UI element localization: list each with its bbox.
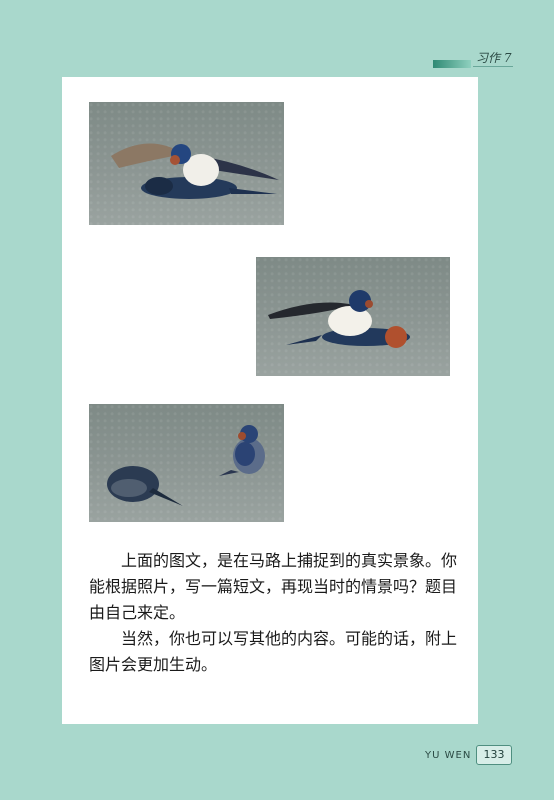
- paragraph-2: 当然，你也可以写其他的内容。可能的话，附上图片会更加生动。: [89, 629, 458, 674]
- swallow-photo-1-illustration: [111, 143, 279, 199]
- exercise-text: 上面的图文，是在马路上捕捉到的真实景象。你能根据照片，写一篇短文，再现当时的情景…: [89, 548, 459, 678]
- swallow-photo-3-illustration: [107, 425, 265, 506]
- section-title: 习作 7: [476, 51, 512, 65]
- swallow-photo-2-illustration: [268, 290, 410, 348]
- header-underline: [473, 66, 513, 67]
- header-decoration-bar: [433, 60, 471, 68]
- paragraph-1: 上面的图文，是在马路上捕捉到的真实景象。你能根据照片，写一篇短文，再现当时的情景…: [89, 551, 458, 622]
- swallow-photo-1: [89, 102, 284, 225]
- footer-label: YU WEN: [425, 750, 472, 761]
- swallow-photo-3: [89, 404, 284, 522]
- swallow-photo-2: [256, 257, 450, 376]
- page-number-badge: 133: [476, 745, 512, 765]
